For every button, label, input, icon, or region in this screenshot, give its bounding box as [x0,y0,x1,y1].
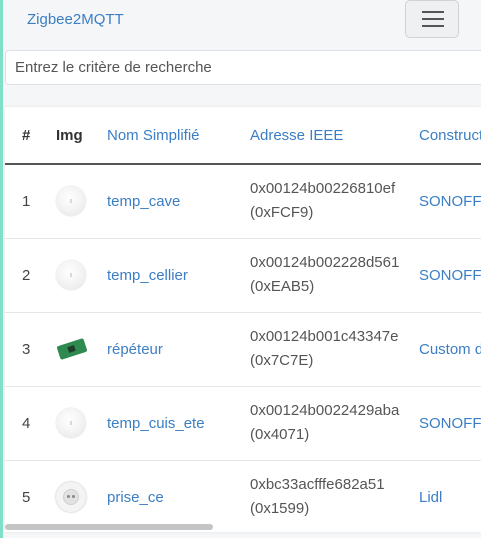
column-header-img: Img [56,126,83,144]
column-header-maker[interactable]: Constructeur [419,107,481,164]
table-row: 3 répéteur 0x00124b001c43347e (0x7C7E) C… [5,312,481,386]
row-number: 4 [22,414,31,432]
ieee-address: 0xbc33acfffe682a51 [250,476,385,494]
device-name-link[interactable]: temp_cave [107,193,180,210]
manufacturer-link[interactable]: Custom devices (DiY) [419,341,481,358]
round-sensor-icon [56,260,86,290]
table-row: 5 prise_ce 0xbc33acfffe682a51 (0x1599) L… [5,460,481,532]
ieee-address: 0x00124b001c43347e [250,328,399,345]
devices-table-card: # Img Nom Simplifié Adresse IEEE Constru… [5,107,481,532]
table-row: 1 temp_cave 0x00124b00226810ef (0xFCF9) … [5,164,481,238]
network-address: (0xFCF9) [250,204,314,222]
ieee-address: 0x00124b00226810ef [250,180,396,198]
search-input[interactable] [6,51,481,84]
device-name-link[interactable]: prise_ce [107,489,164,506]
manufacturer-link[interactable]: Lidl [419,489,442,506]
column-header-ieee[interactable]: Adresse IEEE [250,107,419,164]
navbar-toggler-button[interactable] [405,0,459,38]
smart-plug-icon [56,482,86,513]
ieee-address: 0x00124b002228d561 [250,254,400,271]
manufacturer-link[interactable]: SONOFF [419,415,481,432]
row-number: 1 [22,192,31,210]
circuit-board-icon [56,334,88,364]
device-name-link[interactable]: répéteur [107,341,163,358]
device-name-link[interactable]: temp_cuis_ete [107,415,205,432]
search-container [5,50,481,85]
ieee-address: 0x00124b0022429aba [250,402,400,419]
network-address: (0x4071) [250,426,310,443]
round-sensor-icon [56,186,86,217]
table-row: 2 temp_cellier 0x00124b002228d561 (0xEAB… [5,238,481,312]
network-address: (0x7C7E) [250,352,314,369]
top-navbar: Zigbee2MQTT [3,0,481,40]
network-address: (0x1599) [250,500,310,518]
devices-table: # Img Nom Simplifié Adresse IEEE Constru… [5,107,481,532]
round-sensor-icon [56,408,86,438]
row-number: 3 [22,340,31,358]
left-accent-bar [0,0,3,538]
horizontal-scrollbar[interactable] [5,524,213,530]
table-header-row: # Img Nom Simplifié Adresse IEEE Constru… [5,107,481,164]
network-address: (0xEAB5) [250,278,315,295]
column-header-name[interactable]: Nom Simplifié [107,107,250,164]
manufacturer-link[interactable]: SONOFF [419,193,481,210]
column-header-num[interactable]: # [5,107,53,164]
table-row: 4 temp_cuis_ete 0x00124b0022429aba (0x40… [5,386,481,460]
device-name-link[interactable]: temp_cellier [107,267,188,284]
brand-link[interactable]: Zigbee2MQTT [27,11,124,28]
row-number: 2 [22,266,31,284]
row-number: 5 [22,488,31,506]
manufacturer-link[interactable]: SONOFF [419,267,481,284]
